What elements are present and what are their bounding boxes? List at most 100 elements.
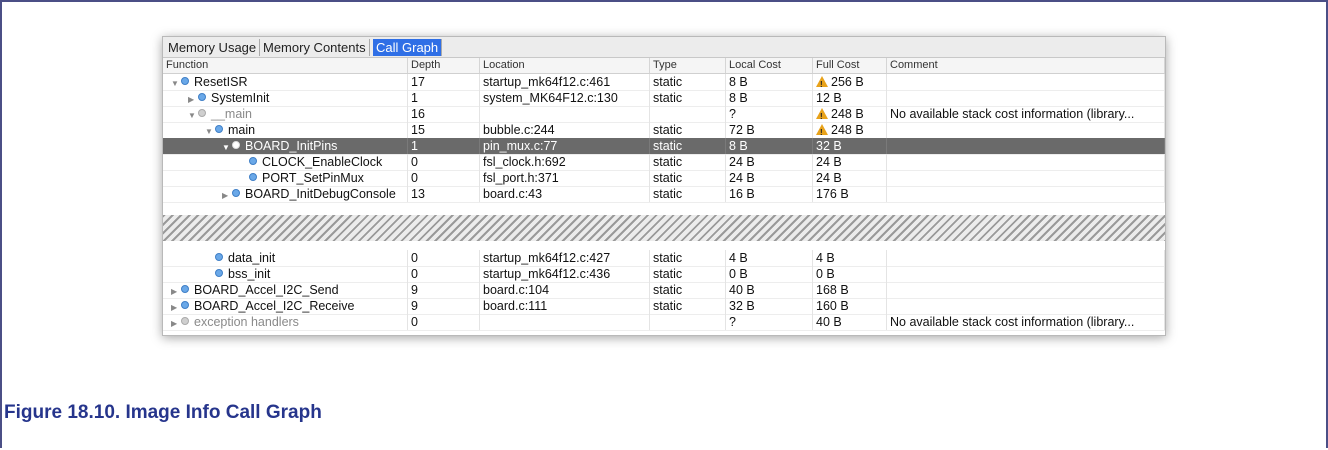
cell-function: ▼ ResetISR [163,74,408,90]
table-row[interactable]: data_init 0 startup_mk64f12.c:427 static 4 B… [163,250,1165,267]
cell-type: static [650,298,726,314]
function-dot-icon [215,125,223,133]
cell-full-cost: 168 B [813,282,887,298]
function-name: ResetISR [194,75,248,89]
cell-local-cost: 8 B [726,90,813,106]
tab-memory-usage[interactable]: Memory Usage [165,39,261,56]
cell-comment [887,266,1165,282]
cell-type: static [650,250,726,266]
cell-location: startup_mk64f12.c:461 [480,74,650,90]
column-header-location[interactable]: Location [480,58,650,73]
expand-arrow-icon[interactable]: ▼ [205,124,215,138]
call-graph-panel: Memory Usage Memory Contents Call Graph … [162,36,1166,336]
cell-comment: No available stack cost information (lib… [887,106,1165,122]
cell-function: ▶ BOARD_Accel_I2C_Receive [163,298,408,314]
function-dot-icon [232,189,240,197]
column-header-function[interactable]: Function [163,58,408,73]
cell-type: static [650,282,726,298]
function-dot-icon [249,173,257,181]
cell-function: ▶ BOARD_Accel_I2C_Send [163,282,408,298]
function-dot-icon [215,269,223,277]
cell-location [480,106,650,122]
column-header-full-cost[interactable]: Full Cost [813,58,887,73]
cell-type: static [650,74,726,90]
full-cost-value: 256 B [831,75,864,89]
function-name: main [228,123,256,137]
cell-depth: 1 [408,138,480,154]
function-name: BOARD_InitDebugConsole [245,187,396,201]
function-name: SystemInit [211,91,270,105]
cell-location: bubble.c:244 [480,122,650,138]
column-header-local-cost[interactable]: Local Cost [726,58,813,73]
cell-local-cost: ? [726,314,813,330]
table-row[interactable]: ▶ BOARD_InitDebugConsole 13 board.c:43 stati… [163,186,1165,203]
full-cost-value: 0 B [816,267,835,281]
cell-depth: 0 [408,314,480,330]
full-cost-value: 40 B [816,315,842,329]
function-name: BOARD_Accel_I2C_Receive [194,299,355,313]
collapse-arrow-icon[interactable]: ▶ [188,92,198,106]
full-cost-value: 160 B [816,299,849,313]
table-row[interactable]: CLOCK_EnableClock 0 fsl_clock.h:692 static 2… [163,154,1165,171]
cell-function: ▶ BOARD_InitDebugConsole [163,186,408,202]
expand-arrow-icon[interactable]: ▼ [222,140,232,154]
table-row[interactable]: ▼ ResetISR 17 startup_mk64f12.c:461 static 8 … [163,74,1165,91]
cell-function: bss_init [163,266,408,282]
cell-local-cost: 8 B [726,74,813,90]
omitted-rows-break [163,215,1165,241]
table-row[interactable]: ▶ SystemInit 1 system_MK64F12.c:130 static 8 … [163,90,1165,107]
figure-caption: Figure 18.10. Image Info Call Graph [4,402,322,423]
cell-function: PORT_SetPinMux [163,170,408,186]
cell-type: static [650,90,726,106]
cell-depth: 13 [408,186,480,202]
cell-depth: 0 [408,154,480,170]
cell-type [650,106,726,122]
full-cost-value: 176 B [816,187,849,201]
table-row[interactable]: PORT_SetPinMux 0 fsl_port.h:371 static 24 B2… [163,170,1165,187]
collapse-arrow-icon[interactable]: ▶ [171,284,181,298]
cell-full-cost: 248 B [813,122,887,138]
table-row[interactable]: ▶ exception handlers 0? 40 B No available st… [163,314,1165,331]
table-row[interactable]: ▼ __main 16? 248 B No available stack cost i… [163,106,1165,123]
cell-location: fsl_clock.h:692 [480,154,650,170]
table-row[interactable]: ▼ main 15bubble.c:244static72 B 248 B [163,122,1165,139]
collapse-arrow-icon[interactable]: ▶ [222,188,232,202]
cell-depth: 16 [408,106,480,122]
cell-local-cost: 0 B [726,266,813,282]
cell-local-cost: 8 B [726,138,813,154]
table-row[interactable]: bss_init 0 startup_mk64f12.c:436 static 0 B0… [163,266,1165,283]
tab-call-graph[interactable]: Call Graph [373,39,443,56]
table-row[interactable]: ▼ BOARD_InitPins 1 pin_mux.c:77 static 8 B 32 … [163,138,1165,155]
cell-local-cost: 72 B [726,122,813,138]
cell-location [480,314,650,330]
cell-full-cost: 40 B [813,314,887,330]
cell-function: CLOCK_EnableClock [163,154,408,170]
function-dot-icon [215,253,223,261]
cell-comment [887,74,1165,90]
cell-function: ▶ exception handlers [163,314,408,330]
full-cost-value: 168 B [816,283,849,297]
table-row[interactable]: ▶ BOARD_Accel_I2C_Receive 9 board.c:111 stat… [163,298,1165,315]
tab-bar: Memory Usage Memory Contents Call Graph [163,37,1165,58]
column-header-depth[interactable]: Depth [408,58,480,73]
collapse-arrow-icon[interactable]: ▶ [171,300,181,314]
function-name: exception handlers [194,315,299,329]
cell-depth: 17 [408,74,480,90]
column-header-comment[interactable]: Comment [887,58,1165,73]
column-header-type[interactable]: Type [650,58,726,73]
expand-arrow-icon[interactable]: ▼ [171,76,181,90]
cell-depth: 9 [408,282,480,298]
tab-memory-contents[interactable]: Memory Contents [260,39,370,56]
table-row[interactable]: ▶ BOARD_Accel_I2C_Send 9 board.c:104 static 4… [163,282,1165,299]
cell-type: static [650,266,726,282]
full-cost-value: 248 B [831,107,864,121]
cell-full-cost: 24 B [813,154,887,170]
expand-arrow-icon[interactable]: ▼ [188,108,198,122]
collapse-arrow-icon[interactable]: ▶ [171,316,181,330]
cell-depth: 0 [408,250,480,266]
cell-comment [887,138,1165,154]
cell-local-cost: 4 B [726,250,813,266]
function-dot-icon [232,141,240,149]
cell-local-cost: 32 B [726,298,813,314]
cell-location: board.c:104 [480,282,650,298]
